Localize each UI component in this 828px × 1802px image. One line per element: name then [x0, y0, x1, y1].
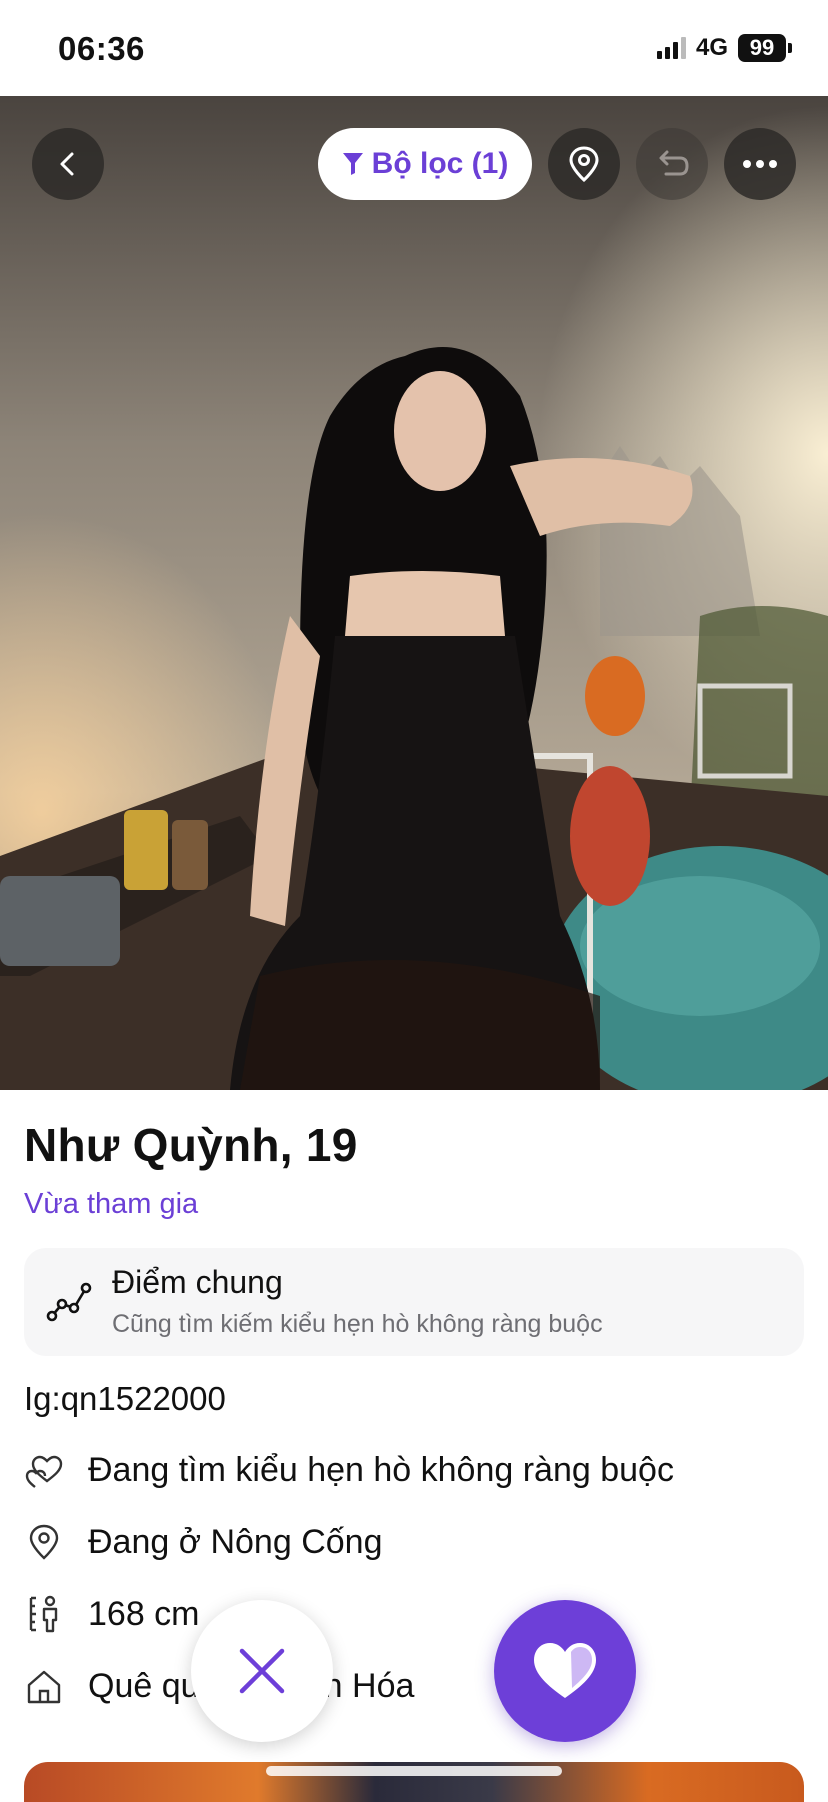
- detail-looking-for: Đang tìm kiểu hẹn hò không ràng buộc: [24, 1442, 674, 1498]
- undo-button[interactable]: [636, 128, 708, 200]
- home-icon: [24, 1666, 64, 1706]
- map-pin-icon: [569, 146, 599, 183]
- status-time: 06:36: [58, 30, 145, 67]
- close-icon: [239, 1648, 285, 1694]
- ellipsis-icon: [743, 160, 777, 168]
- hearts-icon: [24, 1450, 64, 1490]
- filter-label: Bộ lọc (1): [371, 147, 509, 180]
- funnel-icon: [342, 153, 363, 175]
- dislike-button[interactable]: [191, 1600, 333, 1742]
- profile-photo[interactable]: [0, 96, 828, 1090]
- status-bar: 06:36 4G 99: [0, 0, 828, 96]
- status-indicators: 4G 99: [656, 34, 792, 62]
- profile-name-age: Như Quỳnh, 19: [24, 1119, 358, 1171]
- battery-level: 99: [738, 34, 786, 62]
- like-button[interactable]: [494, 1600, 636, 1742]
- chevron-left-icon: [60, 152, 74, 176]
- home-indicator[interactable]: [266, 1766, 562, 1776]
- detail-looking-for-text: Đang tìm kiểu hẹn hò không ràng buộc: [88, 1450, 674, 1489]
- map-pin-icon: [24, 1522, 64, 1562]
- common-interest-card: Điểm chung Cũng tìm kiếm kiểu hẹn hò khô…: [24, 1248, 804, 1356]
- battery-icon: 99: [738, 34, 792, 62]
- profile-bio: Ig:qn1522000: [24, 1380, 226, 1417]
- profile-photo-image: [0, 96, 828, 1090]
- more-button[interactable]: [724, 128, 796, 200]
- detail-height: 168 cm: [24, 1586, 200, 1642]
- back-button[interactable]: [32, 128, 104, 200]
- common-interest-title: Điểm chung: [112, 1264, 283, 1300]
- detail-location: Đang ở Nông Cống: [24, 1514, 382, 1570]
- signal-icon: [656, 37, 686, 59]
- heart-icon: [534, 1643, 596, 1698]
- location-button[interactable]: [548, 128, 620, 200]
- connection-icon: [46, 1282, 92, 1322]
- filter-button[interactable]: Bộ lọc (1): [318, 128, 532, 200]
- height-icon: [24, 1594, 64, 1634]
- network-type: 4G: [695, 34, 728, 61]
- common-interest-subtitle: Cũng tìm kiếm kiểu hẹn hò không ràng buộ…: [112, 1310, 603, 1338]
- undo-icon: [659, 150, 689, 176]
- detail-height-text: 168 cm: [88, 1594, 200, 1633]
- profile-status: Vừa tham gia: [24, 1188, 199, 1220]
- detail-location-text: Đang ở Nông Cống: [88, 1522, 383, 1561]
